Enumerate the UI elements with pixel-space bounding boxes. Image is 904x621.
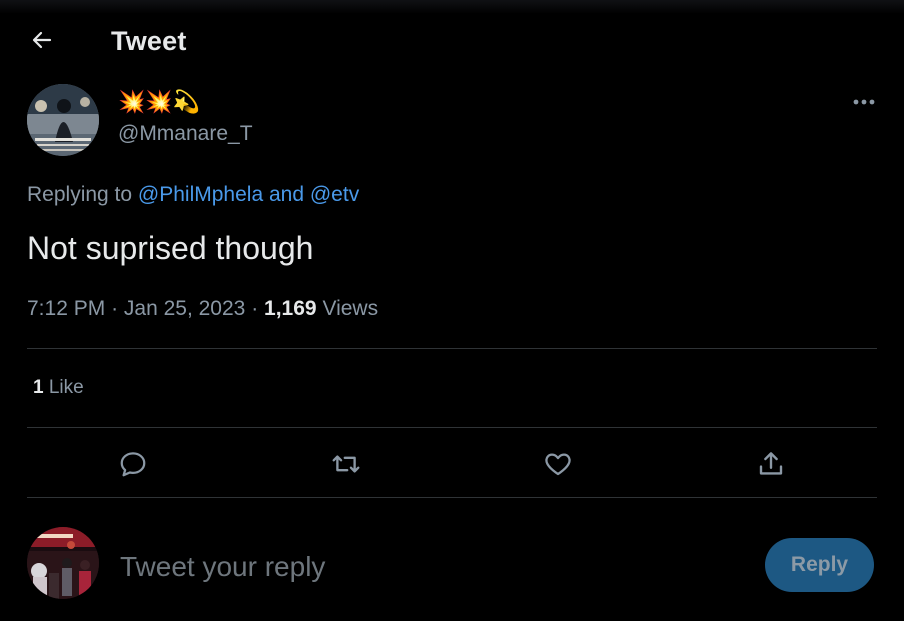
replying-prefix: Replying to: [27, 183, 133, 206]
more-options-button[interactable]: [850, 92, 878, 112]
divider: [27, 497, 877, 498]
arrow-left-icon: [32, 31, 52, 49]
replying-and[interactable]: and: [269, 183, 304, 206]
divider: [27, 427, 877, 428]
reply-submit-button[interactable]: Reply: [765, 538, 874, 592]
replying-user-link[interactable]: @PhilMphela: [138, 183, 263, 206]
views-count: 1,169: [264, 297, 317, 320]
divider: [27, 348, 877, 349]
like-button[interactable]: [538, 444, 578, 484]
likes-label: Like: [48, 377, 84, 398]
user-handle[interactable]: @Mmanare_T: [118, 122, 253, 146]
tweet-author: 💥💥💫 @Mmanare_T: [27, 84, 877, 156]
tweet-date[interactable]: Jan 25, 2023: [124, 297, 245, 320]
retweet-button[interactable]: [326, 444, 366, 484]
retweet-icon: [332, 455, 360, 473]
reply-action-button[interactable]: [113, 444, 153, 484]
current-user-avatar[interactable]: [27, 527, 99, 599]
reply-input[interactable]: [120, 548, 740, 586]
tweet-time[interactable]: 7:12 PM: [27, 297, 105, 320]
meta-separator: ·: [251, 297, 259, 320]
views-label: Views: [322, 297, 379, 320]
heart-icon: [545, 453, 571, 476]
tweet-detail-page: Tweet 💥💥💫 @Mmanare_T Replying to @PhilMp…: [0, 0, 904, 621]
author-avatar[interactable]: [27, 84, 99, 156]
avatar-photo-icon: [27, 527, 99, 599]
share-button[interactable]: [751, 444, 791, 484]
replying-to: Replying to @PhilMphela and @etv: [27, 183, 359, 207]
likes-stat[interactable]: 1 Like: [33, 377, 84, 399]
header: Tweet: [0, 18, 904, 62]
tweet-meta: 7:12 PM · Jan 25, 2023 · 1,169 Views: [27, 297, 378, 321]
back-button[interactable]: [26, 24, 58, 56]
avatar-photo-icon: [27, 84, 99, 156]
page-title: Tweet: [111, 26, 187, 56]
more-horizontal-icon: [853, 99, 875, 105]
likes-count: 1: [33, 377, 44, 398]
share-icon: [759, 452, 783, 475]
comment-icon: [120, 452, 146, 477]
meta-separator: ·: [111, 297, 119, 320]
replying-user-link[interactable]: @etv: [310, 183, 359, 206]
tweet-text: Not suprised though: [27, 230, 314, 266]
display-name[interactable]: 💥💥💫: [118, 89, 200, 115]
